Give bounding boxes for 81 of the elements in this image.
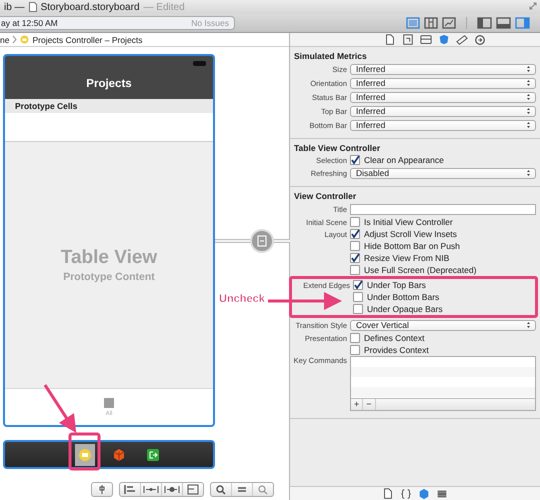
checkbox[interactable]	[350, 333, 360, 343]
document-icon[interactable]	[382, 488, 394, 500]
select-field[interactable]: Cover Vertical	[350, 320, 536, 330]
checkbox[interactable]	[350, 241, 360, 251]
updown-arrows-icon	[526, 79, 531, 87]
checkbox[interactable]	[353, 304, 363, 314]
remove-button[interactable]: −	[363, 399, 376, 410]
placeholder-subtitle: Prototype Content	[63, 271, 155, 283]
exit-icon	[145, 446, 161, 462]
braces-icon[interactable]	[400, 488, 412, 500]
updown-arrows-icon	[526, 93, 531, 101]
lines-icon[interactable]	[406, 17, 420, 29]
arrow-circle-icon[interactable]	[474, 34, 486, 46]
select-field[interactable]: Inferred	[350, 106, 536, 116]
battery-icon	[193, 61, 207, 66]
segue-icon[interactable]	[250, 229, 274, 253]
list-box[interactable]: + −	[350, 356, 536, 411]
issues-label: No Issues	[191, 18, 229, 28]
activity-status: ay at 12:50 AM	[1, 18, 58, 28]
cube-icon[interactable]	[418, 488, 430, 500]
cube-icon	[111, 446, 127, 462]
checkbox-label[interactable]: Clear on Appearance	[364, 155, 444, 165]
placeholder-title: Table View	[60, 247, 158, 269]
left-panel-icon[interactable]	[477, 17, 492, 29]
checkbox[interactable]	[350, 265, 360, 275]
annotation-label: Uncheck	[219, 293, 265, 305]
checkbox[interactable]	[350, 253, 360, 263]
card-icon[interactable]	[420, 34, 432, 46]
section-title: Table View Controller	[293, 142, 382, 154]
checkbox-label[interactable]: Provides Context	[364, 345, 429, 355]
checkbox-label[interactable]: Hide Bottom Bar on Push	[364, 241, 460, 251]
right-panel-icon[interactable]	[515, 17, 530, 29]
breadcrumb[interactable]: ne	[0, 34, 10, 44]
checkbox[interactable]	[350, 217, 360, 227]
fullscreen-icon[interactable]	[529, 2, 537, 10]
select-field[interactable]: Inferred	[350, 120, 536, 130]
add-button[interactable]: +	[351, 399, 364, 410]
checkbox[interactable]	[353, 292, 363, 302]
spacing-icon[interactable]	[162, 483, 183, 496]
section-title: Simulated Metrics	[293, 50, 368, 62]
spacing-icon[interactable]	[141, 483, 162, 496]
select-field[interactable]: Inferred	[350, 92, 536, 102]
bottom-panel-icon[interactable]	[496, 17, 511, 29]
section-header: Prototype Cells	[5, 99, 213, 113]
ruler-icon[interactable]	[456, 34, 468, 46]
updown-arrows-icon	[526, 121, 531, 129]
highlight-frame	[68, 432, 100, 470]
checkbox-label[interactable]: Under Opaque Bars	[367, 304, 443, 314]
checkbox[interactable]	[350, 155, 360, 165]
updown-arrows-icon	[526, 169, 531, 177]
select-field[interactable]: Disabled	[350, 168, 536, 178]
checkbox-label[interactable]: Under Top Bars	[367, 280, 426, 290]
film-icon[interactable]	[436, 488, 448, 500]
checkbox-label[interactable]: Resize View From NIB	[364, 253, 450, 263]
annotation-arrow	[44, 384, 76, 434]
updown-arrows-icon	[526, 65, 531, 73]
window-title: ib —	[4, 2, 25, 12]
dock-item[interactable]	[75, 444, 95, 466]
checkbox-label[interactable]: Defines Context	[364, 333, 424, 343]
edited-status: — Edited	[144, 2, 185, 12]
square-icon	[104, 398, 114, 408]
document-name: Storyboard.storyboard	[40, 2, 140, 12]
title-input-field[interactable]	[350, 204, 536, 214]
section-title: View Controller	[293, 190, 358, 202]
updown-arrows-icon	[526, 107, 531, 115]
select-field[interactable]: Inferred	[350, 78, 536, 88]
document-icon	[28, 2, 37, 12]
checkbox-label[interactable]: Is Initial View Controller	[364, 217, 453, 227]
updown-arrows-icon	[526, 321, 531, 329]
checkbox-label[interactable]: Under Bottom Bars	[367, 292, 440, 302]
checkbox-label[interactable]: Use Full Screen (Deprecated)	[364, 265, 476, 275]
breadcrumb[interactable]: Projects Controller – Projects	[32, 34, 143, 44]
checkbox[interactable]	[350, 229, 360, 239]
checkbox[interactable]	[353, 280, 363, 290]
chevron-icon	[12, 35, 18, 44]
nav-title: Projects	[86, 78, 132, 90]
checkbox[interactable]	[350, 345, 360, 355]
compare-icon[interactable]	[442, 17, 456, 29]
view-controller-icon	[77, 446, 93, 462]
select-field[interactable]: Inferred	[350, 64, 536, 74]
checkbox-label[interactable]: Adjust Scroll View Insets	[364, 229, 457, 239]
